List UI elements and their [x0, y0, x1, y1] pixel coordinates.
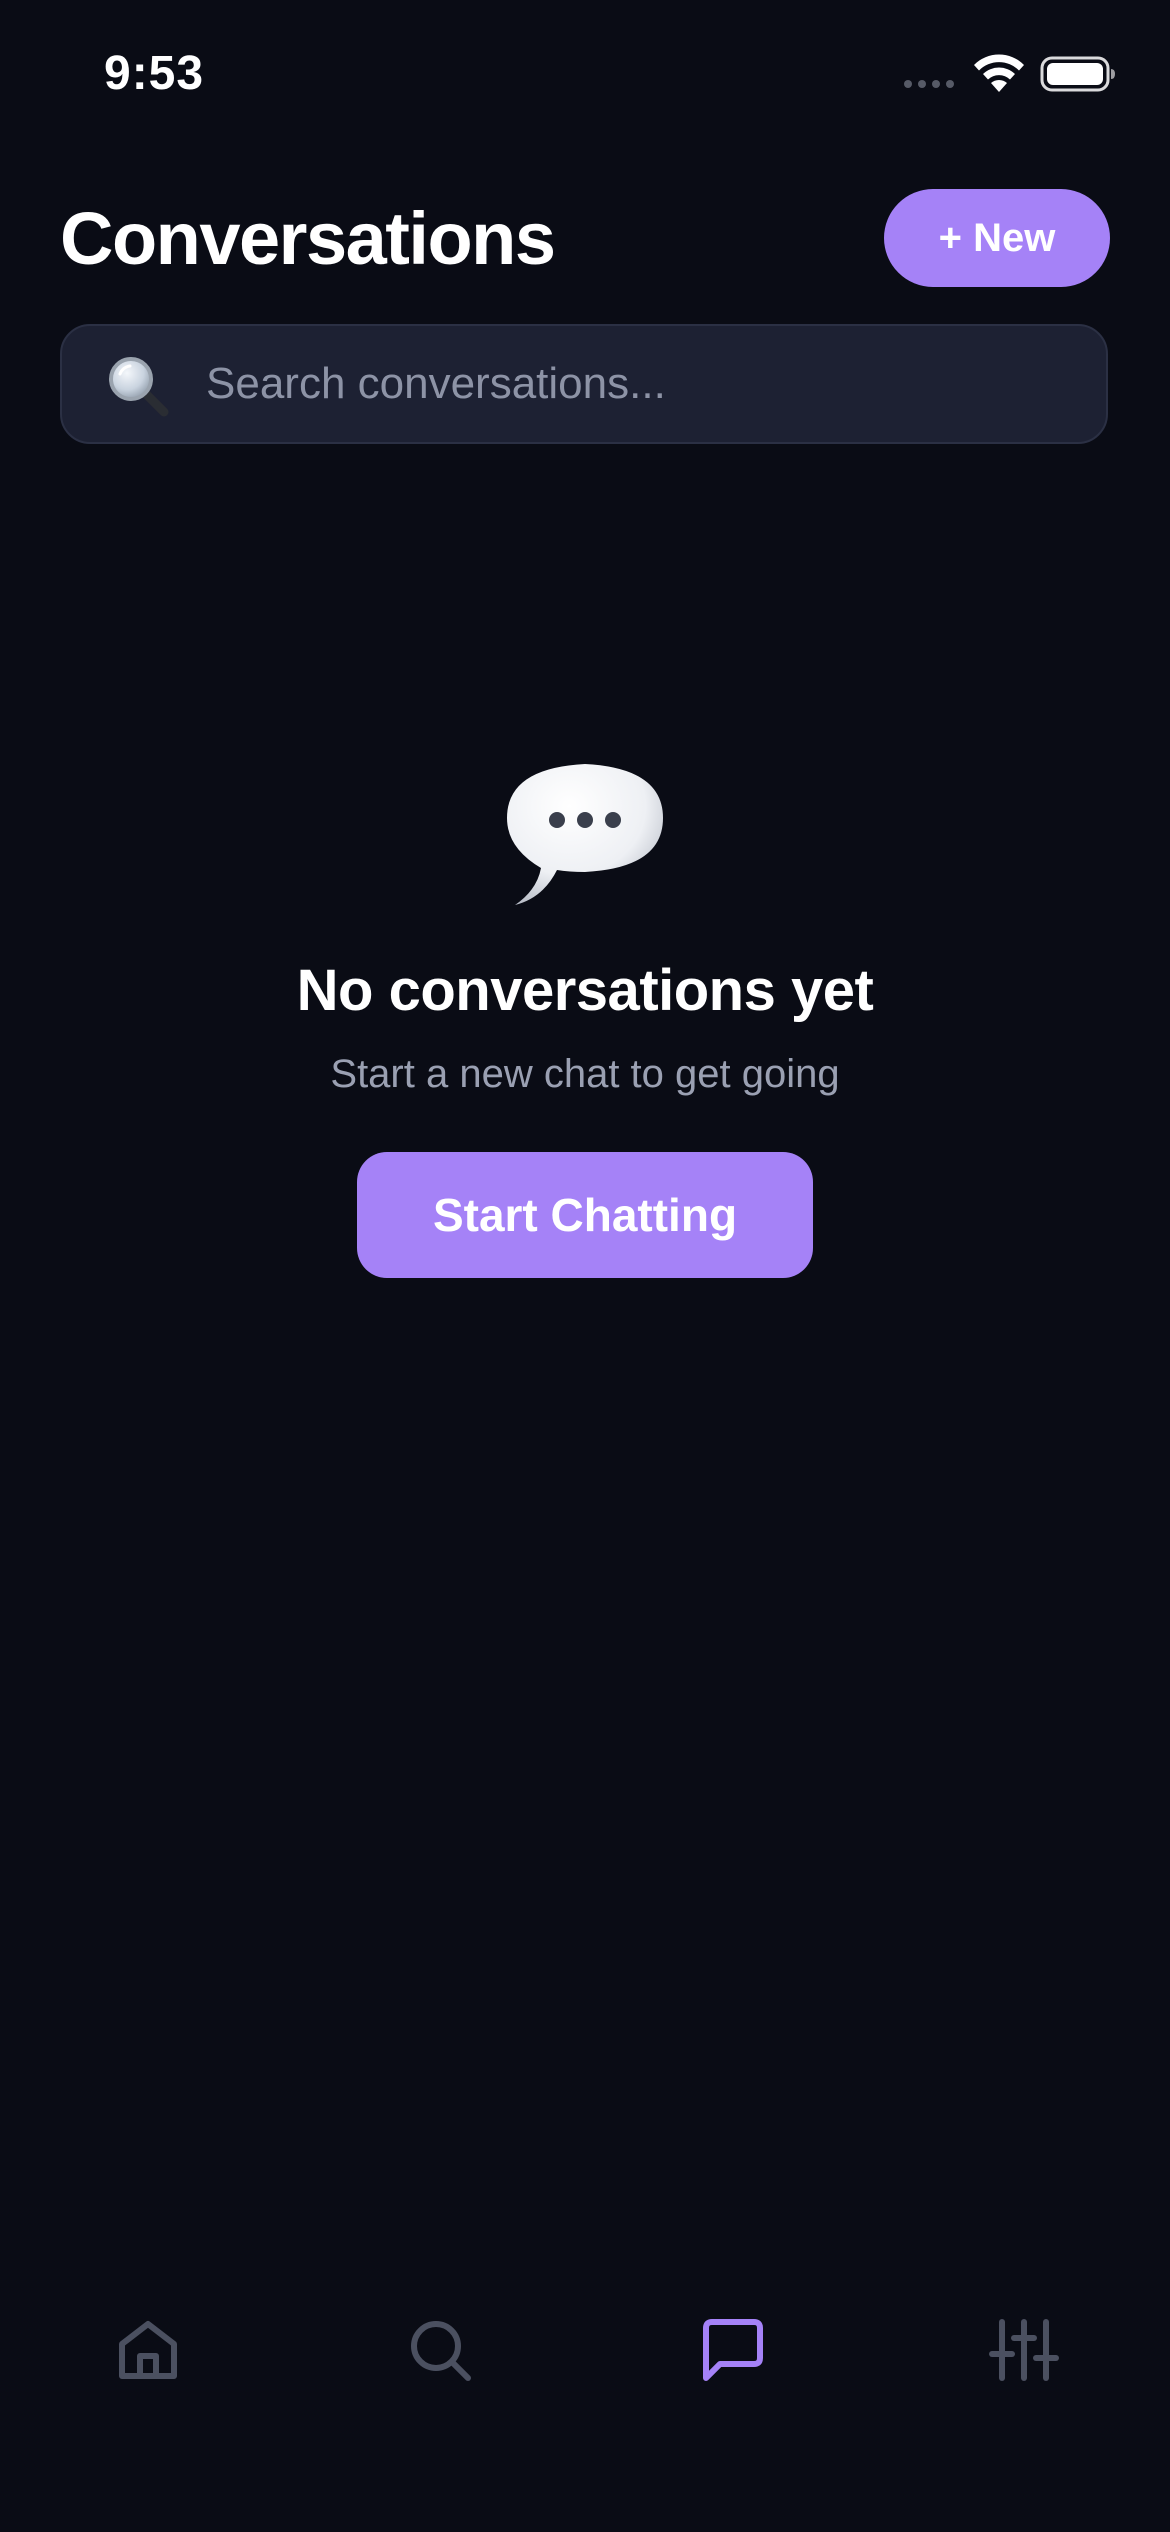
cellular-signal-icon: [904, 80, 954, 88]
wifi-icon: [974, 54, 1024, 92]
sliders-icon: [989, 2319, 1059, 2381]
chat-bubble-icon: [703, 2319, 763, 2381]
search-bar[interactable]: [60, 324, 1108, 444]
speech-bubble-icon: [507, 764, 663, 905]
start-chatting-button[interactable]: Start Chatting: [357, 1152, 813, 1278]
tab-settings[interactable]: [964, 2290, 1084, 2410]
empty-state-title: No conversations yet: [296, 958, 874, 1023]
status-time: 9:53: [104, 47, 205, 100]
search-icon: [411, 2321, 471, 2381]
battery-icon: [1040, 56, 1115, 92]
new-conversation-button[interactable]: + New: [884, 189, 1110, 287]
tab-search[interactable]: [380, 2290, 500, 2410]
empty-state: No conversations yet Start a new chat to…: [0, 740, 1170, 1278]
tab-bar: [0, 2290, 1170, 2410]
home-icon: [119, 2321, 177, 2379]
page-title: Conversations: [60, 197, 556, 280]
tab-chats[interactable]: [672, 2290, 792, 2410]
empty-state-subtitle: Start a new chat to get going: [330, 1052, 840, 1096]
search-input[interactable]: [206, 326, 1066, 442]
status-bar: 9:53: [0, 0, 1170, 150]
magnifying-glass-icon: [109, 357, 169, 417]
tab-home[interactable]: [88, 2290, 208, 2410]
